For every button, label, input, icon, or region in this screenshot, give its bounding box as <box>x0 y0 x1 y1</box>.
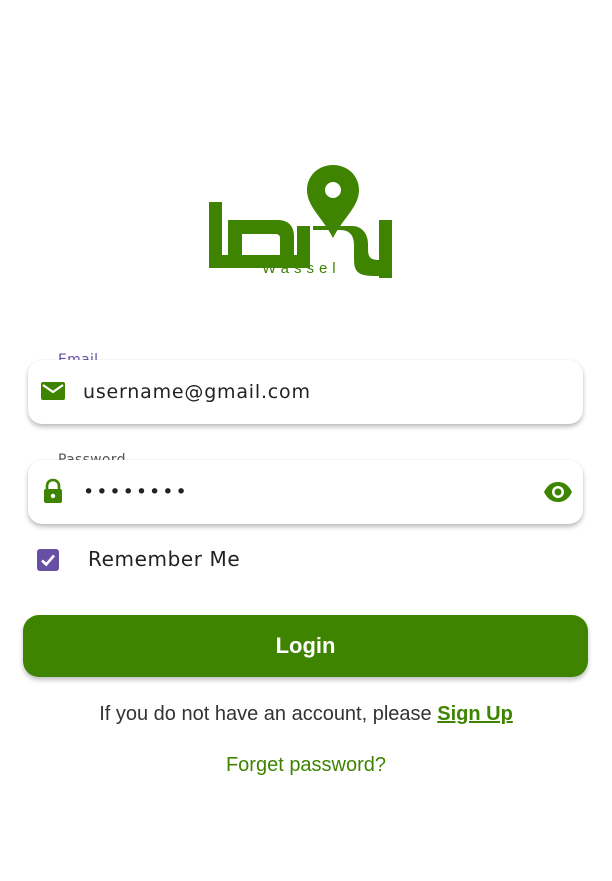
login-button[interactable]: Login <box>23 615 588 677</box>
remember-me-label[interactable]: Remember Me <box>88 547 240 571</box>
forget-password-link[interactable]: Forget password? <box>0 754 612 777</box>
remember-me-checkbox[interactable] <box>37 549 59 571</box>
mail-icon <box>40 378 66 404</box>
eye-icon[interactable] <box>543 479 573 505</box>
signup-link[interactable]: Sign Up <box>437 703 513 725</box>
wassel-logo-graphic: Wassel <box>209 165 392 278</box>
email-field[interactable]: username@gmail.com <box>28 360 583 424</box>
password-field[interactable]: •••••••• <box>28 460 583 524</box>
email-value[interactable]: username@gmail.com <box>83 360 311 424</box>
lock-icon <box>40 478 66 504</box>
app-logo: Wassel <box>204 160 398 284</box>
signup-prompt-text: If you do not have an account, please <box>99 703 438 725</box>
logo-wordmark: Wassel <box>262 260 341 277</box>
signup-prompt-line: If you do not have an account, please Si… <box>0 703 612 726</box>
password-value[interactable]: •••••••• <box>83 460 189 524</box>
check-icon <box>41 554 55 567</box>
